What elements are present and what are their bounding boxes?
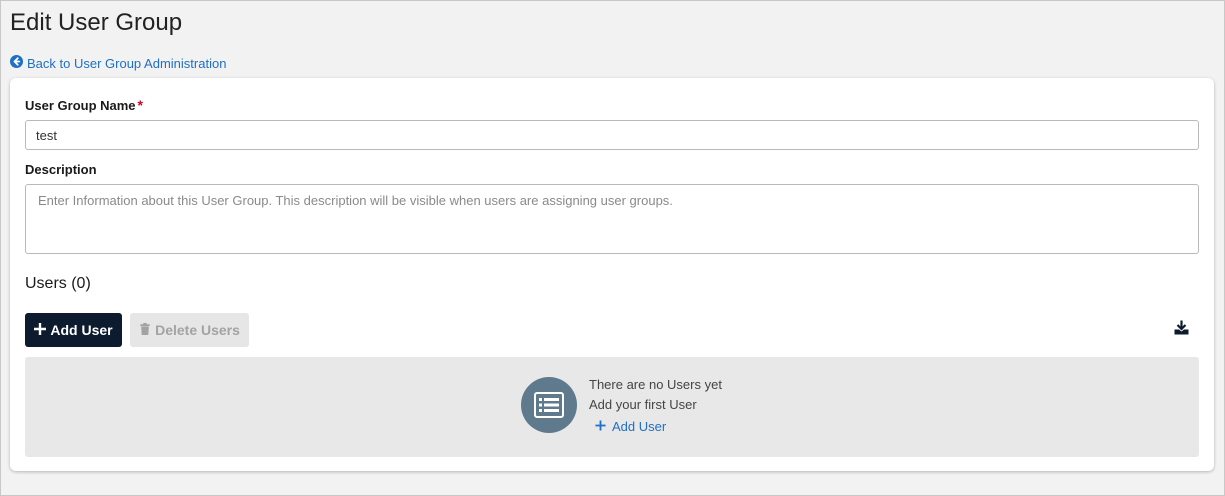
list-icon [521,377,577,433]
delete-users-button-label: Delete Users [155,322,240,338]
back-link-label: Back to User Group Administration [27,55,227,71]
app-frame: Edit User Group Back to User Group Admin… [0,0,1225,496]
download-icon [1174,320,1189,340]
empty-add-user-link[interactable]: Add User [595,419,666,434]
group-name-label: User Group Name * [25,97,143,113]
empty-state-title: There are no Users yet [589,377,722,392]
trash-icon [139,322,151,338]
delete-users-button[interactable]: Delete Users [130,313,249,347]
plus-icon [34,322,47,338]
users-empty-state: There are no Users yet Add your first Us… [25,357,1199,457]
description-label: Description [25,162,97,177]
arrow-circle-left-icon [10,55,23,71]
group-name-label-text: User Group Name [25,98,136,113]
users-section-title: Users (0) [25,275,91,292]
add-user-button[interactable]: Add User [25,313,122,347]
plus-icon [595,419,606,434]
group-name-input[interactable] [25,120,1199,150]
download-button[interactable] [1172,320,1190,340]
required-mark: * [137,97,143,113]
add-user-button-label: Add User [50,322,113,338]
page-title: Edit User Group [10,9,183,36]
empty-add-user-link-label: Add User [612,419,667,434]
description-textarea[interactable] [25,184,1199,254]
empty-state-subtitle: Add your first User [589,397,697,412]
back-to-admin-link[interactable]: Back to User Group Administration [10,55,226,71]
edit-group-card: User Group Name* Description Users (0) A… [10,78,1214,471]
